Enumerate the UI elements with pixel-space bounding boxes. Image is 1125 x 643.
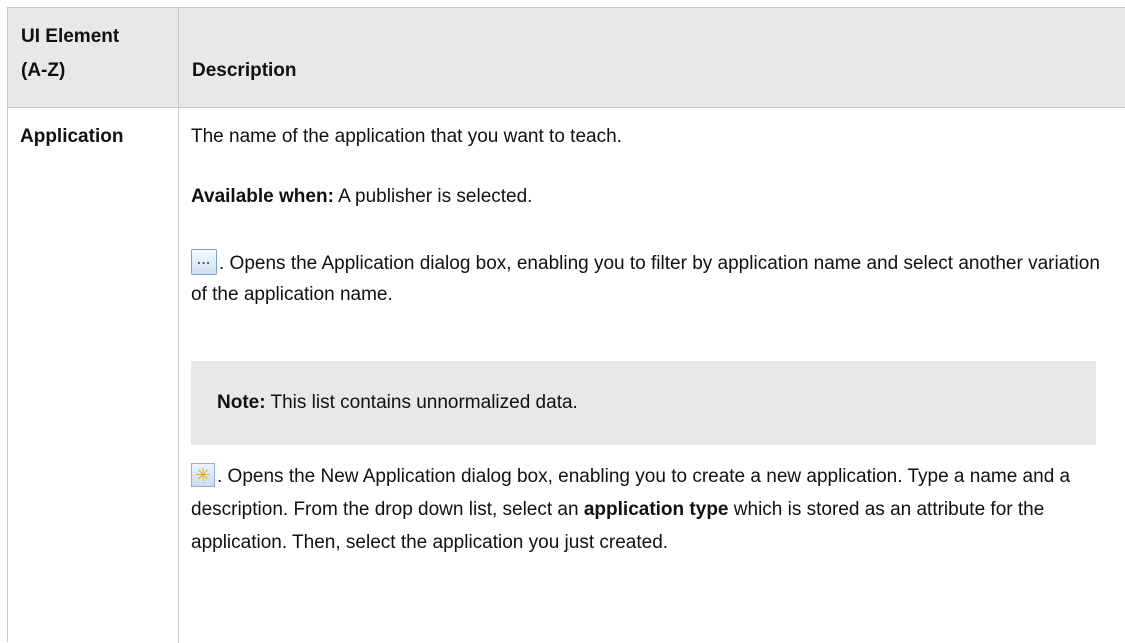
header-ui-element-line1: UI Element [21,26,120,47]
table-row: Application The name of the application … [7,107,1125,643]
browse-ellipsis-icon: ... [191,249,217,275]
application-type-term: application type [583,499,729,520]
browse-text: . Opens the Application dialog box, enab… [191,253,1100,305]
availability-label: Available when: [191,186,334,207]
table-header-row: UI Element (A-Z) Description [7,7,1125,108]
ellipsis-glyph: ... [197,252,211,267]
note-box: Note: This list contains unnormalized da… [191,361,1096,445]
availability-paragraph: Available when: A publisher is selected. [191,181,1111,213]
note-label: Note: [217,392,266,413]
browse-paragraph: .... Opens the Application dialog box, e… [191,248,1111,310]
description-paragraph: The name of the application that you wan… [191,126,622,147]
header-ui-element: UI Element (A-Z) [9,8,179,108]
note-paragraph: Note: This list contains unnormalized da… [217,387,578,419]
note-text: This list contains unnormalized data. [265,392,578,413]
ui-element-table: UI Element (A-Z) Description Application… [0,0,1125,643]
ui-element-name: Application [8,108,179,643]
header-description: Description [192,60,297,81]
new-application-paragraph: ✳. Opens the New Application dialog box,… [191,460,1111,559]
availability-text: A publisher is selected. [333,186,533,207]
header-ui-element-line2: (A-Z) [21,60,66,81]
description-cell: The name of the application that you wan… [179,108,1125,643]
star-glyph: ✳ [195,465,211,485]
new-item-star-icon: ✳ [191,463,215,487]
